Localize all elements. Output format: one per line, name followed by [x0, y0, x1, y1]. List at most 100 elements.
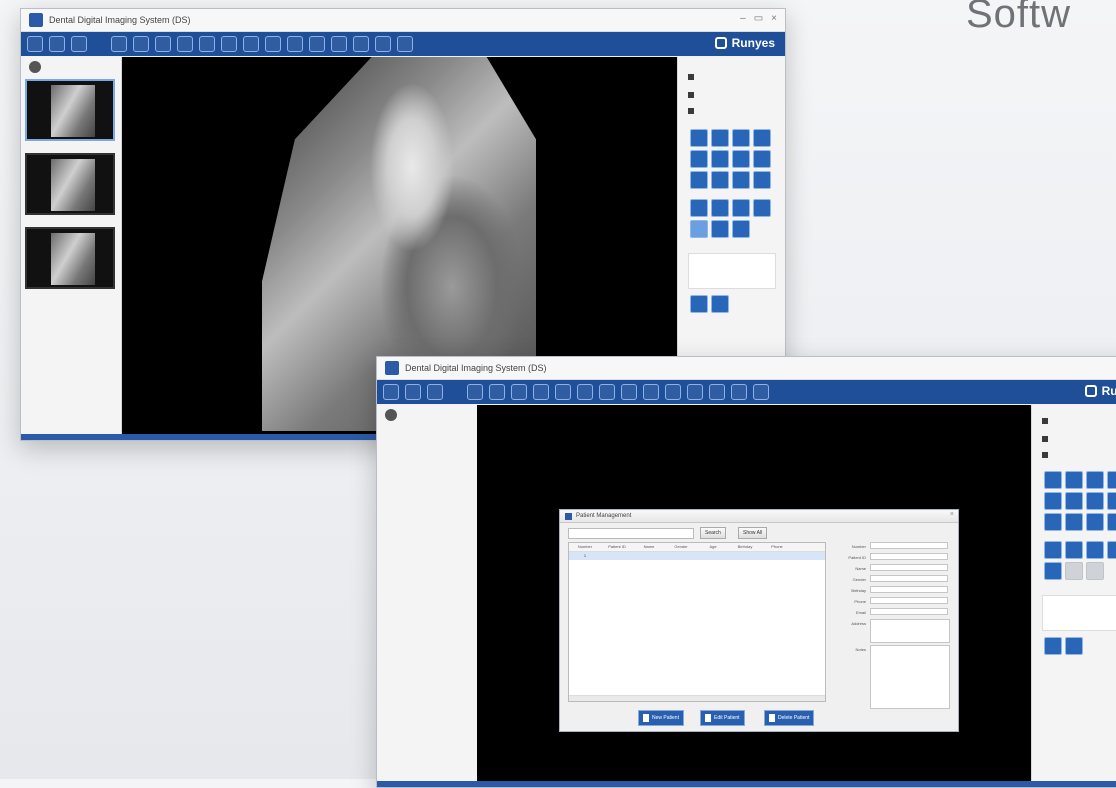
compare-icon[interactable]: [643, 384, 659, 400]
edit-patient-button[interactable]: Edit Patient: [700, 710, 745, 726]
save-icon[interactable]: [133, 36, 149, 52]
contrast-tool-icon[interactable]: [1065, 492, 1083, 510]
name-field[interactable]: [870, 564, 948, 571]
search-input[interactable]: [568, 528, 694, 539]
export-icon[interactable]: [71, 36, 87, 52]
info-icon[interactable]: [375, 36, 391, 52]
previous-icon[interactable]: [1044, 637, 1062, 655]
ruler-tool-icon[interactable]: [1044, 513, 1062, 531]
zoom-tool-icon[interactable]: [732, 129, 750, 147]
new-patient-button[interactable]: New Patient: [638, 710, 684, 726]
contrast-tool-icon[interactable]: [711, 150, 729, 168]
notes-field[interactable]: [1042, 595, 1116, 631]
settings-icon[interactable]: [687, 384, 703, 400]
minimize-icon[interactable]: –: [740, 13, 746, 24]
line-tool-icon[interactable]: [732, 171, 750, 189]
column-header[interactable]: Phone: [761, 543, 793, 551]
column-header[interactable]: Age: [697, 543, 729, 551]
line-tool-icon[interactable]: [1086, 513, 1104, 531]
print-icon[interactable]: [511, 384, 527, 400]
rotate-left-icon[interactable]: [533, 384, 549, 400]
capture-icon[interactable]: [467, 384, 483, 400]
capture-icon[interactable]: [111, 36, 127, 52]
magnifier-tool-icon[interactable]: [1107, 471, 1116, 489]
search-button[interactable]: Search: [700, 527, 726, 539]
rotate-right-icon[interactable]: [199, 36, 215, 52]
column-header[interactable]: Number: [569, 543, 601, 551]
sharpen-tool-icon[interactable]: [1107, 492, 1116, 510]
open-icon[interactable]: [27, 36, 43, 52]
filter-4-icon[interactable]: [753, 199, 771, 217]
database-icon[interactable]: [353, 36, 369, 52]
phone-field[interactable]: [870, 597, 948, 604]
save-icon[interactable]: [489, 384, 505, 400]
thumbnail-3[interactable]: [25, 227, 115, 289]
filter-2-icon[interactable]: [1065, 541, 1083, 559]
filter-2-icon[interactable]: [711, 199, 729, 217]
table-row[interactable]: 1: [569, 552, 825, 560]
next-icon[interactable]: [1065, 637, 1083, 655]
report-icon[interactable]: [309, 36, 325, 52]
text-tool-icon[interactable]: [1107, 513, 1116, 531]
address-field[interactable]: [870, 619, 950, 643]
home-icon[interactable]: [577, 384, 593, 400]
rotate-left-icon[interactable]: [177, 36, 193, 52]
database-icon[interactable]: [709, 384, 725, 400]
info-icon[interactable]: [731, 384, 747, 400]
patient-id-field[interactable]: [870, 553, 948, 560]
filter-6-icon[interactable]: [1065, 562, 1083, 580]
pointer-tool-icon[interactable]: [711, 129, 729, 147]
thumbnail-2[interactable]: [25, 153, 115, 215]
filter-7-icon[interactable]: [732, 220, 750, 238]
show-all-button[interactable]: Show All: [738, 527, 768, 539]
filter-4-icon[interactable]: [1107, 541, 1116, 559]
filter-5-icon[interactable]: [1044, 562, 1062, 580]
angle-tool-icon[interactable]: [1065, 513, 1083, 531]
column-header[interactable]: Patient ID: [601, 543, 633, 551]
settings-icon[interactable]: [331, 36, 347, 52]
select-tool-icon[interactable]: [1044, 471, 1062, 489]
column-header[interactable]: Name: [633, 543, 665, 551]
thumbnail-1[interactable]: [25, 79, 115, 141]
filter-6-icon[interactable]: [711, 220, 729, 238]
export-icon[interactable]: [427, 384, 443, 400]
maximize-icon[interactable]: ▭: [754, 13, 763, 24]
column-header[interactable]: Gender: [665, 543, 697, 551]
gender-field[interactable]: [870, 575, 948, 582]
home-icon[interactable]: [221, 36, 237, 52]
invert-tool-icon[interactable]: [732, 150, 750, 168]
import-icon[interactable]: [405, 384, 421, 400]
patient-icon[interactable]: [29, 61, 41, 73]
text-tool-icon[interactable]: [753, 171, 771, 189]
select-tool-icon[interactable]: [690, 129, 708, 147]
previous-icon[interactable]: [690, 295, 708, 313]
invert-tool-icon[interactable]: [1086, 492, 1104, 510]
pen-tool-icon[interactable]: [690, 150, 708, 168]
angle-tool-icon[interactable]: [711, 171, 729, 189]
filter-1-icon[interactable]: [690, 199, 708, 217]
grid-icon[interactable]: [265, 36, 281, 52]
grid-icon[interactable]: [621, 384, 637, 400]
help-icon[interactable]: [753, 384, 769, 400]
help-icon[interactable]: [397, 36, 413, 52]
filter-3-icon[interactable]: [732, 199, 750, 217]
notes-field[interactable]: [688, 253, 776, 289]
filter-3-icon[interactable]: [1086, 541, 1104, 559]
birthday-field[interactable]: [870, 586, 948, 593]
number-field[interactable]: [870, 542, 948, 549]
compare-icon[interactable]: [287, 36, 303, 52]
filter-5-icon[interactable]: [690, 220, 708, 238]
close-icon[interactable]: ×: [771, 13, 777, 24]
open-icon[interactable]: [383, 384, 399, 400]
column-header[interactable]: Birthday: [729, 543, 761, 551]
zoom-tool-icon[interactable]: [1086, 471, 1104, 489]
layout-icon[interactable]: [599, 384, 615, 400]
next-icon[interactable]: [711, 295, 729, 313]
patient-icon[interactable]: [385, 409, 397, 421]
notes-field[interactable]: [870, 645, 950, 709]
report-icon[interactable]: [665, 384, 681, 400]
layout-icon[interactable]: [243, 36, 259, 52]
close-icon[interactable]: ×: [950, 511, 954, 518]
filter-7-icon[interactable]: [1086, 562, 1104, 580]
ruler-tool-icon[interactable]: [690, 171, 708, 189]
